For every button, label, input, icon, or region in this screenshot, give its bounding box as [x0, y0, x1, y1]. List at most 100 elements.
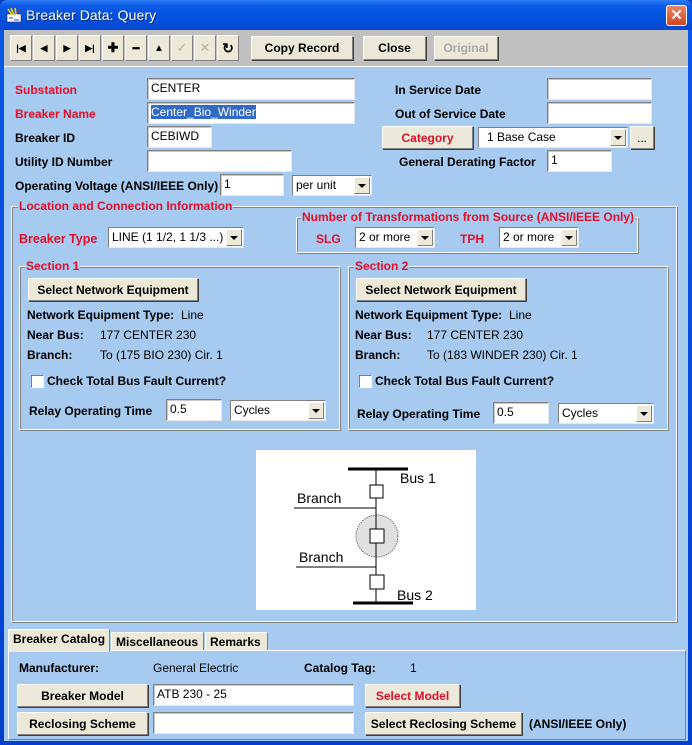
cancel-record-button[interactable]: ✕ — [194, 35, 216, 61]
breaker-box-bottom — [369, 574, 385, 590]
refresh-record-button[interactable]: ↻ — [217, 35, 239, 61]
bus-2-label: Bus 2 — [397, 587, 433, 603]
breaker-name-input[interactable]: Center_Bio_Winder — [147, 102, 355, 124]
dropdown-button[interactable] — [308, 402, 324, 419]
location-group-title: Location and Connection Information — [18, 199, 234, 213]
section-1-relay-unit-value: Cycles — [234, 403, 271, 417]
substation-input[interactable]: CENTER — [147, 78, 355, 100]
out-of-service-date-label: Out of Service Date — [395, 107, 506, 121]
section-2-equip-type-value: Line — [509, 308, 532, 322]
section-2-near-bus-value: 177 CENTER 230 — [427, 328, 524, 342]
section-1-branch-label: Branch: — [27, 348, 73, 362]
breaker-id-label: Breaker ID — [15, 131, 76, 145]
dropdown-button[interactable] — [610, 129, 626, 146]
section-1-relay-time-input[interactable]: 0.5 — [166, 399, 222, 421]
chevron-down-icon — [565, 235, 573, 240]
refresh-icon: ↻ — [222, 39, 234, 56]
window-client: |◀ ◀ ▶ ▶| ✚ ━ ▲ ✓ ✕ ↻ Copy Record Close … — [4, 30, 688, 741]
tph-select[interactable]: 2 or more — [499, 227, 579, 248]
app-icon — [6, 7, 22, 23]
next-record-button[interactable]: ▶ — [56, 35, 78, 61]
section-2-near-bus-label: Near Bus: — [355, 328, 412, 342]
section-2-select-equipment-button[interactable]: Select Network Equipment — [356, 278, 526, 301]
chevron-down-icon — [312, 408, 320, 413]
section-2-relay-unit-value: Cycles — [562, 406, 599, 420]
window-title: Breaker Data: Query — [26, 7, 157, 23]
section-1-check-fault-checkbox[interactable] — [31, 375, 44, 388]
out-of-service-date-input[interactable] — [547, 102, 652, 124]
category-button[interactable]: Category — [382, 126, 473, 149]
last-record-button[interactable]: ▶| — [79, 35, 101, 61]
edit-record-button[interactable]: ▲ — [148, 35, 170, 61]
reclosing-scheme-input[interactable] — [153, 712, 354, 734]
dropdown-button[interactable] — [226, 229, 242, 246]
first-record-icon: |◀ — [16, 42, 26, 53]
slg-select[interactable]: 2 or more — [355, 227, 435, 248]
transformations-group-title: Number of Transformations from Source (A… — [301, 210, 636, 224]
section-1-near-bus-value: 177 CENTER 230 — [100, 328, 197, 342]
section-2-relay-unit-select[interactable]: Cycles — [558, 403, 654, 424]
previous-record-button[interactable]: ◀ — [33, 35, 55, 61]
voltage-unit-select[interactable]: per unit — [292, 175, 372, 196]
chevron-down-icon — [421, 235, 429, 240]
derating-factor-label: General Derating Factor — [399, 155, 536, 169]
substation-label: Substation — [15, 83, 77, 97]
breaker-model-input[interactable]: ATB 230 - 25 — [153, 684, 354, 706]
first-record-button[interactable]: |◀ — [10, 35, 32, 61]
section-1-near-bus-label: Near Bus: — [27, 328, 84, 342]
dropdown-button[interactable] — [561, 229, 577, 246]
check-icon: ✓ — [176, 40, 188, 55]
delete-record-button[interactable]: ━ — [125, 35, 147, 61]
select-model-button[interactable]: Select Model — [365, 684, 460, 707]
breaker-model-button[interactable]: Breaker Model — [17, 684, 148, 707]
previous-icon: ◀ — [40, 42, 48, 53]
select-reclosing-scheme-button[interactable]: Select Reclosing Scheme — [365, 712, 522, 735]
close-button[interactable]: Close — [363, 36, 426, 60]
breaker-id-input[interactable]: CEBIWD — [147, 126, 212, 148]
chevron-down-icon — [358, 183, 366, 188]
in-service-date-input[interactable] — [547, 78, 652, 100]
ansi-only-note: (ANSI/IEEE Only) — [529, 717, 627, 731]
section-1-title: Section 1 — [25, 259, 81, 273]
section-2-relay-label: Relay Operating Time — [357, 407, 481, 421]
reclosing-scheme-button[interactable]: Reclosing Scheme — [17, 712, 148, 735]
bus-1-label: Bus 1 — [400, 470, 436, 486]
utility-id-input[interactable] — [147, 150, 292, 172]
tab-remarks[interactable]: Remarks — [205, 632, 268, 652]
dropdown-button[interactable] — [636, 405, 652, 422]
manufacturer-value: General Electric — [153, 661, 239, 675]
section-2-branch-label: Branch: — [355, 348, 401, 362]
breaker-diagram-svg: Bus 1 Branch Branch Bus 2 — [294, 467, 436, 605]
x-icon: ✕ — [199, 40, 211, 55]
operating-voltage-label: Operating Voltage (ANSI/IEEE Only) — [15, 179, 219, 193]
breaker-type-select[interactable]: LINE (1 1/2, 1 1/3 ...) — [108, 227, 244, 248]
dropdown-button[interactable] — [354, 177, 370, 194]
operating-voltage-input[interactable]: 1 — [220, 174, 284, 196]
section-1-relay-unit-select[interactable]: Cycles — [230, 400, 326, 421]
copy-record-button[interactable]: Copy Record — [251, 36, 353, 60]
category-select[interactable]: 1 Base Case — [478, 127, 628, 148]
close-window-button[interactable]: ✕ — [666, 5, 687, 26]
section-1-select-equipment-button[interactable]: Select Network Equipment — [28, 278, 198, 301]
accept-record-button[interactable]: ✓ — [171, 35, 193, 61]
in-service-date-label: In Service Date — [395, 83, 482, 97]
close-icon: ✕ — [670, 7, 683, 24]
utility-id-label: Utility ID Number — [15, 155, 113, 169]
toolbar: |◀ ◀ ▶ ▶| ✚ ━ ▲ ✓ ✕ ↻ Copy Record Close … — [4, 30, 688, 67]
category-more-button[interactable]: ... — [630, 126, 654, 149]
manufacturer-label: Manufacturer: — [19, 661, 100, 675]
tab-miscellaneous[interactable]: Miscellaneous — [111, 632, 204, 652]
derating-factor-input[interactable]: 1 — [547, 150, 612, 172]
title-bar[interactable]: Breaker Data: Query ✕ — [0, 0, 692, 30]
dropdown-button[interactable] — [417, 229, 433, 246]
section-2-relay-time-input[interactable]: 0.5 — [493, 402, 549, 424]
original-button[interactable]: Original — [434, 36, 498, 60]
tph-value: 2 or more — [503, 230, 555, 244]
add-record-button[interactable]: ✚ — [102, 35, 124, 61]
tab-breaker-catalog[interactable]: Breaker Catalog — [8, 629, 110, 652]
breaker-type-value: LINE (1 1/2, 1 1/3 ...) — [112, 230, 224, 244]
minus-icon: ━ — [132, 42, 140, 55]
breaker-diagram: Bus 1 Branch Branch Bus 2 — [256, 450, 476, 610]
section-1-relay-label: Relay Operating Time — [29, 404, 153, 418]
section-2-check-fault-checkbox[interactable] — [359, 375, 372, 388]
